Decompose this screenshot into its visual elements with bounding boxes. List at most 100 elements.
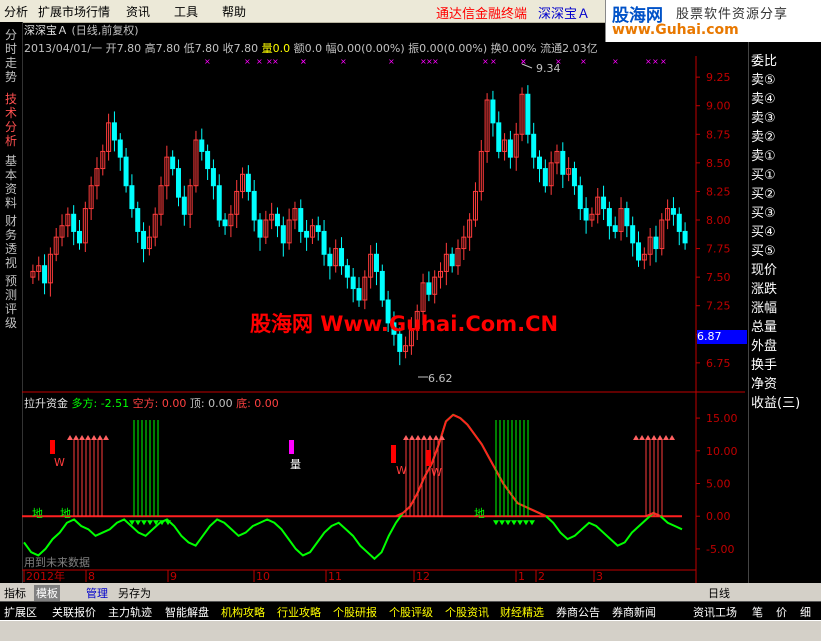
high-annotation: 9.34 (536, 62, 561, 75)
time-tick-label: 2 (538, 570, 545, 583)
signal-marker (50, 440, 55, 454)
indicator-long: 多方: -2.51 (71, 397, 130, 410)
footer-item[interactable]: 智能解盘 (165, 604, 209, 620)
candle-body (111, 122, 117, 141)
indicator-tick-label: 5.00 (706, 478, 731, 491)
indicator-short: 空方: 0.00 (132, 397, 187, 410)
footer-right-tab[interactable]: 细 (800, 604, 811, 620)
bottom-tab-bar: 指标 模板 管理 另存为 日线 (0, 583, 821, 601)
footer-item[interactable]: 券商新闻 (612, 604, 656, 620)
candle-body (624, 208, 630, 227)
price-tick-label: 7.75 (706, 243, 731, 256)
quote-row: 买④ (751, 225, 776, 240)
time-tick-label: 3 (596, 570, 603, 583)
candle-body (117, 139, 123, 158)
price-tick-label: 8.25 (706, 185, 731, 198)
candle-body (71, 213, 77, 232)
top-marker (73, 435, 79, 440)
signal-liang: 量 (290, 458, 301, 471)
top-marker (415, 435, 421, 440)
marker-x: × (256, 57, 263, 66)
candle-body (630, 225, 636, 244)
candle-body (123, 156, 129, 187)
footer-item[interactable]: 财经精选 (500, 604, 544, 620)
tab-template[interactable]: 模板 (34, 585, 60, 601)
quote-row: 委比 (751, 54, 778, 69)
footer-item[interactable]: 机构攻略 (221, 604, 265, 620)
zone-di-1: 地 (32, 507, 43, 520)
signal-w-3: W (431, 466, 442, 479)
time-tick-label: 12 (416, 570, 430, 583)
candle-body (601, 196, 607, 210)
bottom-marker (505, 520, 511, 526)
candle-body (141, 230, 147, 250)
price-tick-label: 6.75 (706, 357, 731, 370)
time-tick-label: 1 (518, 570, 525, 583)
footer-item[interactable]: 资讯工场 (693, 604, 737, 620)
footer-item[interactable]: 个股研报 (333, 604, 377, 620)
quote-row: 买⑤ (751, 244, 776, 259)
bottom-marker (147, 520, 153, 526)
signal-marker-3 (426, 450, 431, 466)
candle-body (612, 225, 618, 232)
quote-row: 卖② (751, 130, 776, 145)
footer-right-tab[interactable]: 笔 (752, 604, 763, 620)
quote-row: 收益(三) (751, 396, 801, 411)
marker-x: × (204, 57, 211, 66)
marker-x: × (580, 57, 587, 66)
period-label[interactable]: 日线 (708, 585, 730, 601)
quote-row: 现价 (751, 263, 778, 278)
candle-body (525, 93, 531, 135)
top-marker (633, 435, 639, 440)
candle-body (606, 208, 612, 227)
quote-row: 总量 (751, 320, 778, 335)
candle-body (682, 230, 688, 244)
footer-item[interactable]: 行业攻略 (277, 604, 321, 620)
candle-body (327, 253, 333, 267)
top-marker (421, 435, 427, 440)
candle-body (531, 133, 537, 158)
top-marker (657, 435, 663, 440)
candle-body (583, 208, 589, 221)
indicator-tick-label: 15.00 (706, 412, 738, 425)
time-tick-label: 2012年 (26, 569, 65, 583)
footer-item[interactable]: 扩展区 (4, 604, 37, 620)
candle-body (339, 248, 345, 267)
quote-panel: 委比 卖⑤ 卖④ 卖③ 卖② 卖① 买① 买② 买③ 买④ 买⑤ 现价 涨跌 涨幅 总量 外盘 换手 净资 收益(三… (748, 42, 821, 600)
footer-item[interactable]: 主力轨迹 (108, 604, 152, 620)
tab-manage[interactable]: 管理 (86, 585, 108, 601)
price-tick-label: 9.25 (706, 71, 731, 84)
bottom-marker (511, 520, 517, 526)
marker-x: × (432, 57, 439, 66)
quote-row: 净资 (751, 377, 778, 392)
footer-item[interactable]: 个股评级 (389, 604, 433, 620)
bottom-marker (141, 520, 147, 526)
candle-body (426, 282, 432, 295)
candle-body (304, 230, 310, 238)
top-marker (427, 435, 433, 440)
taskbar (0, 620, 821, 641)
candle-body (350, 276, 356, 290)
price-axis: 9.259.008.758.508.258.007.757.507.257.00… (696, 71, 731, 370)
marker-x: × (652, 57, 659, 66)
footer-bar: 扩展区 关联报价 主力轨迹 智能解盘 机构攻略 行业攻略 个股研报 个股评级 个股资讯 财经精选券… (0, 601, 821, 620)
candle-body (560, 150, 566, 175)
footer-right-tab[interactable]: 价 (776, 604, 787, 620)
candle-body (636, 242, 642, 261)
quote-row: 买② (751, 187, 776, 202)
candle-body (216, 185, 222, 221)
candle-body (449, 253, 455, 267)
zone-di-2: 地 (60, 507, 71, 520)
candle-body (670, 208, 676, 215)
current-price-box: 6.87 (697, 330, 747, 344)
footer-item[interactable]: 券商公告 (556, 604, 600, 620)
tab-save-as[interactable]: 另存为 (118, 585, 151, 601)
footer-item[interactable]: 关联报价 (52, 604, 96, 620)
tab-indicator[interactable]: 指标 (4, 585, 26, 601)
footer-item[interactable]: 个股资讯 (445, 604, 489, 620)
quote-row: 涨跌 (751, 282, 778, 297)
indicator-positive (402, 505, 411, 514)
indicator-positive (473, 433, 483, 445)
marker-x: × (300, 57, 307, 66)
time-axis: 2012年 8 9 10 11 12 1 2 3 (23, 569, 603, 583)
